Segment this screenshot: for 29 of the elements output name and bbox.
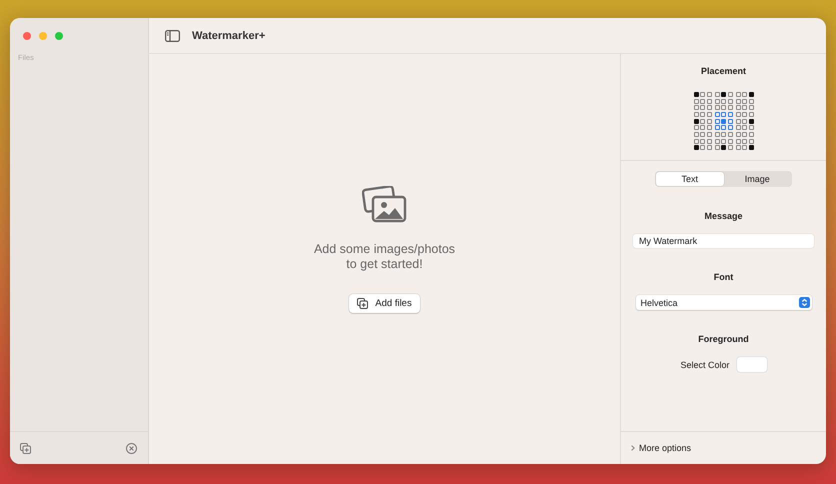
placement-option[interactable] [694, 132, 712, 150]
placement-option[interactable] [714, 92, 732, 110]
sidebar-toggle-icon[interactable] [165, 30, 180, 42]
photos-icon [362, 186, 408, 224]
empty-state-message: Add some images/photos to get started! [314, 242, 456, 272]
color-label: Select Color [680, 360, 730, 370]
stepper-icon [798, 297, 810, 308]
remove-icon[interactable] [126, 442, 137, 454]
placement-option[interactable] [694, 112, 712, 130]
more-options-disclosure[interactable]: More options [631, 443, 692, 453]
placement-option[interactable] [736, 92, 754, 110]
color-well[interactable] [736, 357, 767, 372]
section-title: Font [714, 272, 734, 282]
add-files-button[interactable]: Add files [349, 294, 420, 312]
placement-option[interactable] [714, 132, 732, 150]
add-files-icon[interactable] [20, 442, 31, 454]
mode-tab[interactable]: Text [656, 172, 724, 186]
message-field[interactable]: My Watermark [633, 234, 814, 248]
chevron-icon [631, 445, 635, 451]
placement-option[interactable] [694, 92, 712, 110]
section-title: Placement [700, 66, 746, 76]
font-dropdown[interactable]: Helvetica [636, 295, 812, 310]
placement-option[interactable] [736, 112, 754, 130]
section-title: Message [704, 211, 743, 221]
window-title: Watermarker+ [192, 30, 266, 42]
section-title: Foreground [698, 334, 749, 344]
placement-option[interactable] [736, 132, 754, 150]
add-files-icon [357, 298, 368, 308]
mode-tab[interactable]: Image [724, 172, 791, 186]
